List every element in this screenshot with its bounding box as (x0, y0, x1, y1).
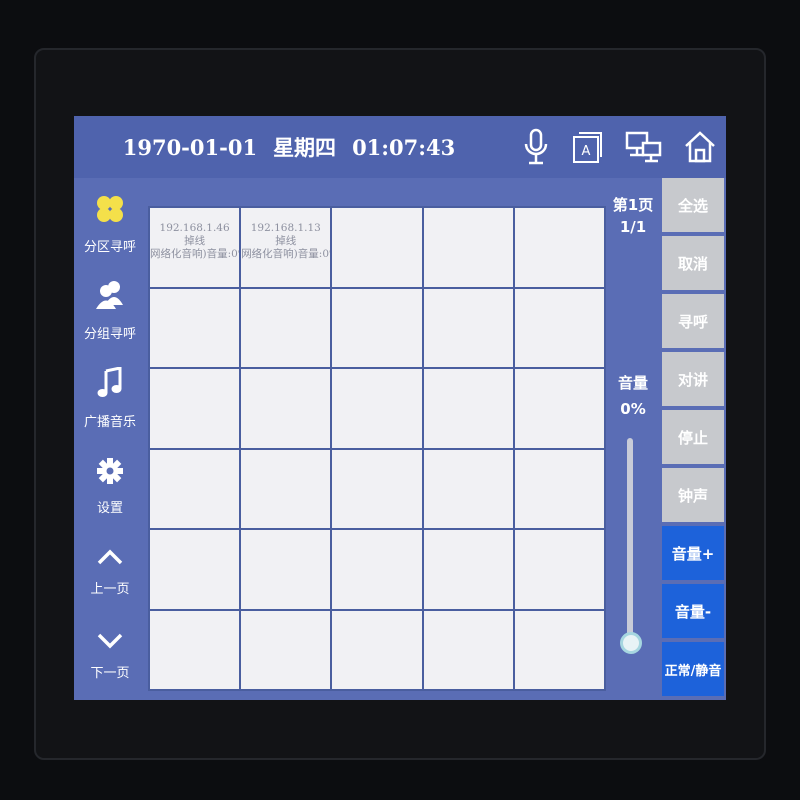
time-text: 01:07:43 (352, 134, 456, 160)
empty-cell[interactable] (241, 288, 331, 367)
sidebar-item-label: 广播音乐 (83, 414, 136, 430)
empty-cell[interactable] (241, 610, 331, 689)
sidebar-item-group-paging[interactable]: 分组寻呼 (74, 266, 146, 354)
volume-up-button[interactable]: 音量+ (662, 526, 724, 580)
text-box-icon[interactable]: A (568, 126, 608, 168)
empty-cell[interactable] (332, 530, 422, 609)
status-header: 1970-01-01 星期四 01:07:43 A (74, 116, 726, 178)
empty-cell[interactable] (241, 530, 331, 609)
device-cell[interactable]: 192.168.1.13 掉线 网络化音响)音量:0% (241, 208, 331, 287)
empty-cell[interactable] (332, 610, 422, 689)
sidebar-item-label: 下一页 (90, 665, 130, 681)
volume-value: 0% (620, 400, 646, 418)
chime-button[interactable]: 钟声 (662, 468, 724, 522)
empty-cell[interactable] (150, 369, 240, 448)
network-icon[interactable] (624, 126, 664, 168)
empty-cell[interactable] (423, 449, 513, 528)
chevron-down-icon (97, 632, 123, 654)
weekday-text: 星期四 (273, 135, 337, 160)
device-status: 掉线 (184, 235, 206, 247)
device-grid: 192.168.1.46 掉线 网络化音响)音量:0% 192.168.1.13… (148, 206, 606, 691)
sidebar-item-label: 分区寻呼 (83, 239, 136, 255)
touch-screen: 1970-01-01 星期四 01:07:43 A 分区寻呼 分组寻呼 广播音乐… (74, 116, 726, 700)
empty-cell[interactable] (332, 208, 422, 287)
empty-cell[interactable] (423, 208, 513, 287)
empty-cell[interactable] (423, 288, 513, 367)
device-ip: 192.168.1.46 (159, 222, 230, 234)
home-icon[interactable] (680, 126, 720, 168)
empty-cell[interactable] (514, 449, 604, 528)
page-label: 第1页 (612, 196, 654, 214)
empty-cell[interactable] (150, 610, 240, 689)
intercom-button[interactable]: 对讲 (662, 352, 724, 406)
left-sidebar: 分区寻呼 分组寻呼 广播音乐 设置 上一页 下一页 (74, 178, 146, 700)
page-call-button[interactable]: 寻呼 (662, 294, 724, 348)
stop-button[interactable]: 停止 (662, 410, 724, 464)
empty-cell[interactable] (150, 449, 240, 528)
svg-text:A: A (582, 144, 591, 159)
sidebar-item-label: 分组寻呼 (83, 326, 136, 342)
microphone-icon[interactable] (516, 126, 556, 168)
empty-cell[interactable] (332, 288, 422, 367)
page-indicator: 第1页 1/1 (608, 194, 658, 238)
empty-cell[interactable] (241, 369, 331, 448)
empty-cell[interactable] (514, 610, 604, 689)
mute-toggle-button[interactable]: 正常/静音 (662, 642, 724, 696)
empty-cell[interactable] (514, 530, 604, 609)
volume-indicator: 音量 0% (608, 370, 658, 422)
zone-clover-icon (95, 194, 125, 228)
volume-down-button[interactable]: 音量- (662, 584, 724, 638)
empty-cell[interactable] (241, 449, 331, 528)
empty-cell[interactable] (514, 208, 604, 287)
music-note-icon (97, 365, 123, 403)
empty-cell[interactable] (423, 369, 513, 448)
page-index: 1/1 (619, 218, 647, 236)
empty-cell[interactable] (423, 530, 513, 609)
empty-cell[interactable] (150, 530, 240, 609)
sidebar-item-next-page[interactable]: 下一页 (74, 612, 146, 700)
sidebar-item-settings[interactable]: 设置 (74, 442, 146, 530)
empty-cell[interactable] (332, 449, 422, 528)
cancel-button[interactable]: 取消 (662, 236, 724, 290)
device-info: 网络化音响)音量:0% (241, 248, 331, 260)
volume-slider-knob[interactable] (620, 632, 642, 654)
volume-slider-track[interactable] (627, 438, 633, 644)
empty-cell[interactable] (332, 369, 422, 448)
device-status: 掉线 (275, 235, 297, 247)
volume-label: 音量 (617, 374, 648, 392)
empty-cell[interactable] (514, 369, 604, 448)
sidebar-item-zone-paging[interactable]: 分区寻呼 (74, 180, 146, 268)
gear-icon (96, 457, 124, 489)
sidebar-item-label: 上一页 (90, 581, 130, 597)
empty-cell[interactable] (150, 288, 240, 367)
device-ip: 192.168.1.13 (250, 222, 321, 234)
select-all-button[interactable]: 全选 (662, 178, 724, 232)
sidebar-item-label: 设置 (96, 500, 123, 516)
empty-cell[interactable] (514, 288, 604, 367)
device-info: 网络化音响)音量:0% (150, 248, 240, 260)
device-cell[interactable]: 192.168.1.46 掉线 网络化音响)音量:0% (150, 208, 240, 287)
chevron-up-icon (97, 548, 123, 570)
sidebar-item-prev-page[interactable]: 上一页 (74, 528, 146, 616)
datetime-display: 1970-01-01 星期四 01:07:43 (74, 116, 504, 178)
empty-cell[interactable] (423, 610, 513, 689)
date-text: 1970-01-01 (122, 134, 258, 160)
sidebar-item-broadcast-music[interactable]: 广播音乐 (74, 354, 146, 442)
group-users-icon (95, 279, 125, 315)
